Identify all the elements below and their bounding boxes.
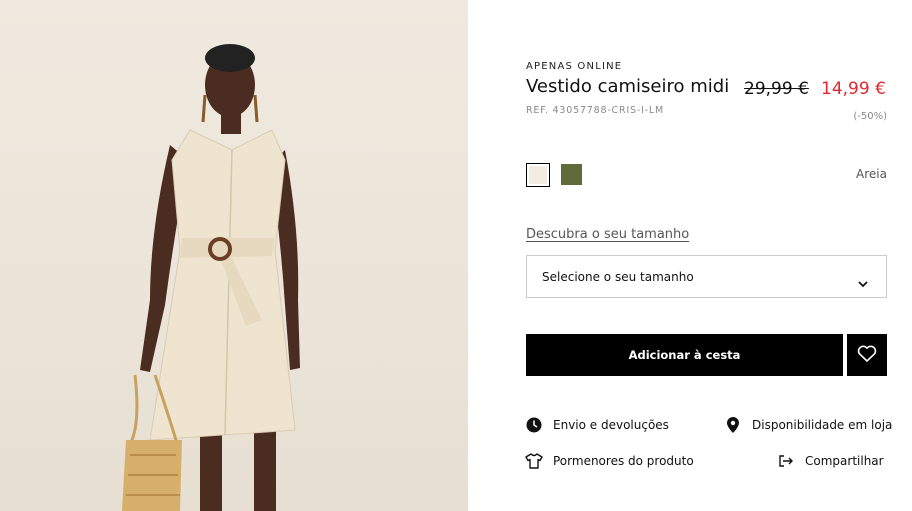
size-guide-link[interactable]: Descubra o seu tamanho (526, 227, 689, 242)
original-price: 29,99 € (744, 79, 809, 99)
store-availability-link[interactable]: Disponibilidade em loja (724, 416, 892, 434)
chevron-down-icon (858, 273, 868, 292)
color-swatch-areia[interactable] (526, 163, 550, 187)
product-info-panel: APENAS ONLINE Vestido camiseiro midi REF… (468, 0, 912, 511)
clock-icon (525, 416, 543, 434)
discount-badge: (-50%) (853, 111, 887, 122)
online-only-label: APENAS ONLINE (526, 61, 623, 72)
selected-color-name: Areia (856, 167, 887, 181)
add-to-cart-button[interactable]: Adicionar à cesta (526, 334, 843, 376)
product-title: Vestido camiseiro midi (526, 76, 730, 97)
product-details-label: Pormenores do produto (553, 454, 694, 468)
location-pin-icon (724, 416, 742, 434)
color-swatch-olive[interactable] (561, 164, 582, 185)
share-label: Compartilhar (805, 454, 884, 468)
product-details-link[interactable]: Pormenores do produto (525, 452, 694, 470)
shipping-returns-link[interactable]: Envio e devoluções (525, 416, 669, 434)
share-link[interactable]: Compartilhar (777, 452, 884, 470)
store-availability-label: Disponibilidade em loja (752, 418, 893, 432)
heart-icon (857, 345, 877, 366)
share-icon (777, 452, 795, 470)
sale-price: 14,99 € (821, 79, 886, 99)
size-select-placeholder: Selecione o seu tamanho (542, 270, 694, 284)
model-illustration (122, 44, 300, 511)
shipping-returns-label: Envio e devoluções (553, 418, 669, 432)
product-photo (0, 0, 468, 511)
product-reference: REF. 43057788-CRIS-I-LM (526, 105, 664, 116)
favorite-button[interactable] (847, 334, 887, 376)
tshirt-icon (525, 452, 543, 470)
size-select[interactable]: Selecione o seu tamanho (526, 255, 887, 298)
